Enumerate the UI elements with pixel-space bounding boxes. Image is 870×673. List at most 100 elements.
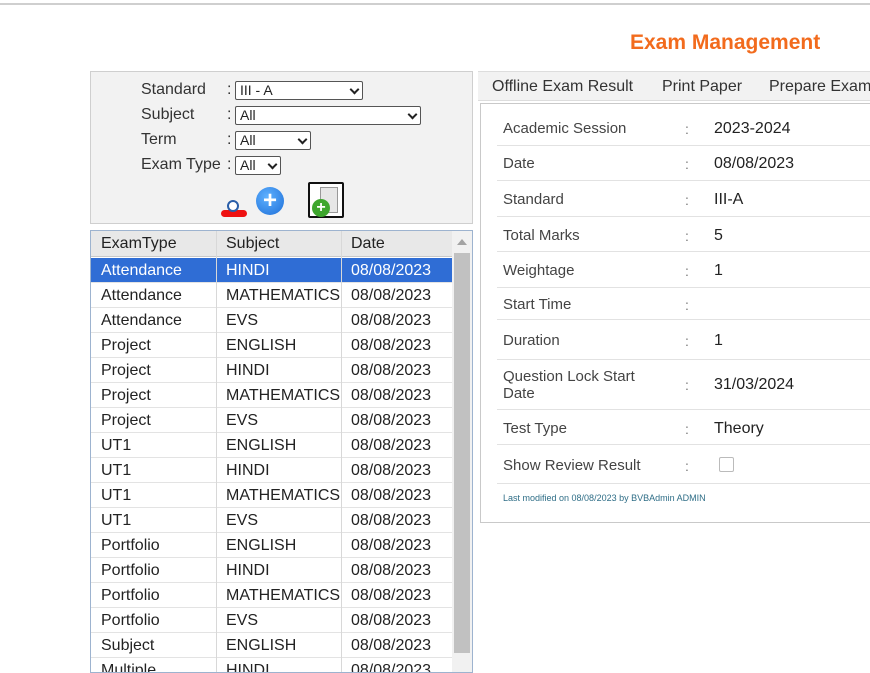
detail-colon: : [685, 333, 689, 349]
weightage-value: 1 [714, 262, 723, 279]
detail-colon: : [685, 228, 689, 244]
detail-colon: : [685, 421, 689, 437]
chevron-down-icon [407, 109, 418, 119]
standard-select[interactable]: III - A [235, 80, 363, 100]
tab-bar: Offline Exam Result Print Paper Prepare … [478, 71, 870, 101]
cell-examtype: UT1 [101, 462, 132, 479]
detail-row-duration: Duration : 1 [497, 320, 870, 360]
cell-examtype: Multiple [101, 662, 157, 673]
table-row[interactable]: Project EVS 08/08/2023 [91, 408, 452, 433]
table-row[interactable]: UT1 HINDI 08/08/2023 [91, 458, 452, 483]
table-row[interactable]: Project MATHEMATICS 08/08/2023 [91, 383, 452, 408]
date-label: Date [503, 155, 535, 172]
scroll-thumb[interactable] [454, 253, 470, 653]
academic-session-label: Academic Session [503, 120, 627, 137]
search-icon [227, 200, 239, 212]
cell-subject: ENGLISH [226, 437, 297, 454]
cell-date: 08/08/2023 [351, 487, 432, 504]
grid-header: ExamType Subject Date [91, 231, 452, 257]
detail-colon: : [685, 156, 689, 172]
grid-scrollbar[interactable] [452, 231, 472, 672]
total-marks-value: 5 [714, 227, 723, 244]
date-value: 08/08/2023 [714, 155, 795, 172]
detail-row-academic-session: Academic Session : 2023-2024 [497, 112, 870, 146]
test-type-value: Theory [714, 420, 764, 437]
chevron-down-icon [267, 159, 278, 169]
search-button[interactable] [221, 197, 247, 219]
detail-row-question-lock: Question Lock Start Date : 31/03/2024 [497, 360, 870, 410]
subject-select[interactable]: All [235, 105, 421, 125]
column-header-examtype[interactable]: ExamType [101, 231, 216, 256]
table-row[interactable]: Portfolio ENGLISH 08/08/2023 [91, 533, 452, 558]
detail-row-start-time: Start Time : [497, 288, 870, 320]
chevron-down-icon [297, 134, 308, 144]
cell-subject: EVS [226, 512, 259, 529]
cell-examtype: Project [101, 337, 151, 354]
cell-date: 08/08/2023 [351, 262, 432, 279]
tab-offline-exam-result[interactable]: Offline Exam Result [492, 78, 633, 96]
cell-examtype: Attendance [101, 312, 182, 329]
detail-colon: : [685, 192, 689, 208]
cell-examtype: Project [101, 412, 151, 429]
chevron-down-icon [349, 84, 360, 94]
detail-colon: : [685, 377, 689, 393]
cell-date: 08/08/2023 [351, 437, 432, 454]
table-row[interactable]: Attendance HINDI 08/08/2023 [91, 258, 452, 283]
table-row[interactable]: UT1 ENGLISH 08/08/2023 [91, 433, 452, 458]
table-row[interactable]: Attendance EVS 08/08/2023 [91, 308, 452, 333]
table-row[interactable]: UT1 MATHEMATICS 08/08/2023 [91, 483, 452, 508]
detail-colon: : [685, 458, 689, 474]
cell-examtype: Portfolio [101, 537, 160, 554]
cell-date: 08/08/2023 [351, 587, 432, 604]
cell-subject: MATHEMATICS [226, 587, 341, 604]
add-icon[interactable]: + [256, 187, 284, 215]
column-divider [341, 231, 342, 672]
standard-filter-row: Standard : III - A [141, 79, 363, 101]
cell-examtype: UT1 [101, 487, 132, 504]
cell-examtype: Project [101, 362, 151, 379]
term-select[interactable]: All [235, 130, 311, 150]
show-review-checkbox[interactable] [719, 457, 734, 472]
show-review-label: Show Review Result [503, 457, 641, 474]
exam-type-select[interactable]: All [235, 155, 281, 175]
table-row[interactable]: Portfolio EVS 08/08/2023 [91, 608, 452, 633]
academic-session-value: 2023-2024 [714, 120, 791, 137]
standard-detail-label: Standard [503, 191, 564, 208]
cell-subject: ENGLISH [226, 637, 297, 654]
cell-date: 08/08/2023 [351, 287, 432, 304]
cell-subject: HINDI [226, 262, 270, 279]
cell-date: 08/08/2023 [351, 312, 432, 329]
table-row[interactable]: Project HINDI 08/08/2023 [91, 358, 452, 383]
cell-subject: MATHEMATICS [226, 487, 341, 504]
table-row[interactable]: Subject ENGLISH 08/08/2023 [91, 633, 452, 658]
cell-examtype: UT1 [101, 512, 132, 529]
weightage-label: Weightage [503, 262, 575, 279]
cell-examtype: Attendance [101, 287, 182, 304]
duration-label: Duration [503, 332, 560, 349]
table-row[interactable]: Project ENGLISH 08/08/2023 [91, 333, 452, 358]
page-title: Exam Management [630, 31, 821, 54]
column-header-subject[interactable]: Subject [226, 231, 344, 256]
table-row[interactable]: Portfolio HINDI 08/08/2023 [91, 558, 452, 583]
cell-subject: MATHEMATICS [226, 387, 341, 404]
scroll-up-arrow-icon[interactable] [457, 239, 467, 245]
table-row[interactable]: Portfolio MATHEMATICS 08/08/2023 [91, 583, 452, 608]
column-header-date[interactable]: Date [351, 231, 451, 256]
question-lock-label: Question Lock Start Date [503, 368, 635, 402]
cell-examtype: UT1 [101, 437, 132, 454]
detail-colon: : [685, 121, 689, 137]
top-divider [0, 3, 870, 5]
cell-subject: MATHEMATICS [226, 287, 341, 304]
term-colon: : [227, 131, 232, 148]
table-row[interactable]: UT1 EVS 08/08/2023 [91, 508, 452, 533]
table-row[interactable]: Multiple HINDI 08/08/2023 [91, 658, 452, 673]
detail-row-total-marks: Total Marks : 5 [497, 217, 870, 252]
detail-row-show-review: Show Review Result : [497, 445, 870, 484]
tab-prepare-exam[interactable]: Prepare Exam [769, 78, 870, 96]
test-type-label: Test Type [503, 420, 567, 437]
detail-colon: : [685, 263, 689, 279]
import-document-icon[interactable]: + [308, 182, 344, 218]
tab-print-paper[interactable]: Print Paper [662, 78, 742, 96]
table-row[interactable]: Attendance MATHEMATICS 08/08/2023 [91, 283, 452, 308]
subject-label: Subject [141, 106, 195, 123]
